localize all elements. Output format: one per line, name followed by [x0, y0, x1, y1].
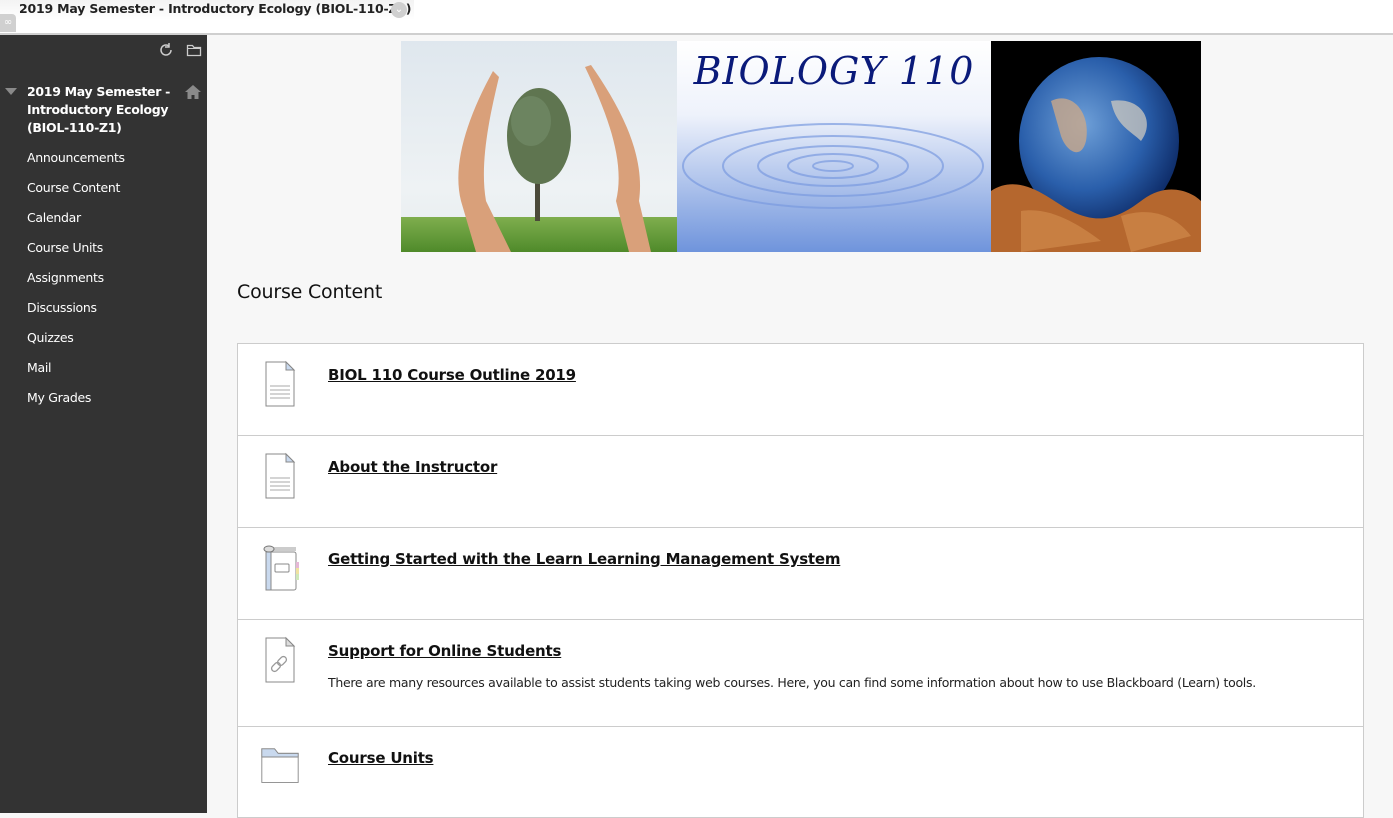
- content-item-description: There are many resources available to as…: [328, 675, 1256, 690]
- hands-around-tree-image: [401, 41, 677, 252]
- web-link-icon: [265, 636, 296, 683]
- home-icon[interactable]: [184, 83, 202, 101]
- sidebar-item-assignments[interactable]: Assignments: [27, 268, 125, 298]
- course-banner: BIOLOGY 110: [401, 41, 1201, 252]
- content-item-link[interactable]: Course Units: [328, 749, 434, 767]
- course-name[interactable]: 2019 May Semester - Introductory Ecology…: [27, 83, 177, 137]
- notebook-icon: [263, 545, 299, 591]
- sidebar-item-mail[interactable]: Mail: [27, 358, 125, 388]
- course-tab-title: 2019 May Semester - Introductory Ecology…: [19, 1, 412, 16]
- sidebar-item-discussions[interactable]: Discussions: [27, 298, 125, 328]
- content-item: About the Instructor: [238, 436, 1363, 528]
- refresh-icon[interactable]: [158, 42, 174, 58]
- content-item-link[interactable]: Support for Online Students: [328, 642, 561, 660]
- link-icon[interactable]: ∞: [0, 14, 16, 32]
- content-item: BIOL 110 Course Outline 2019: [238, 344, 1363, 436]
- document-icon: [265, 452, 296, 499]
- document-icon: [265, 360, 296, 407]
- content-item-link[interactable]: BIOL 110 Course Outline 2019: [328, 366, 576, 384]
- sidebar-item-course-units[interactable]: Course Units: [27, 238, 125, 268]
- content-item: Getting Started with the Learn Learning …: [238, 528, 1363, 620]
- collapse-arrow-icon[interactable]: [5, 88, 17, 95]
- sidebar-item-calendar[interactable]: Calendar: [27, 208, 125, 238]
- banner-title: BIOLOGY 110: [693, 49, 975, 93]
- course-title-bar: 2019 May Semester - Introductory Ecology…: [0, 0, 1393, 35]
- content-item: Course Units: [238, 727, 1363, 817]
- folder-icon: [261, 748, 299, 783]
- content-item-link[interactable]: About the Instructor: [328, 458, 497, 476]
- page-title: Course Content: [237, 281, 383, 303]
- content-item: Support for Online Students There are ma…: [238, 620, 1363, 727]
- course-menu-list: Announcements Course Content Calendar Co…: [27, 148, 125, 418]
- content-list: BIOL 110 Course Outline 2019 About the I…: [237, 343, 1364, 818]
- earth-in-hands-image: [991, 41, 1201, 252]
- content-item-link[interactable]: Getting Started with the Learn Learning …: [328, 550, 840, 568]
- content-area: BIOLOGY 110 Course Content BIOL 110 Cour…: [207, 35, 1393, 818]
- folder-view-icon[interactable]: [186, 42, 202, 58]
- sidebar-item-quizzes[interactable]: Quizzes: [27, 328, 125, 358]
- sidebar-item-course-content[interactable]: Course Content: [27, 178, 125, 208]
- sidebar-item-announcements[interactable]: Announcements: [27, 148, 125, 178]
- sidebar-item-my-grades[interactable]: My Grades: [27, 388, 125, 418]
- course-menu: 2019 May Semester - Introductory Ecology…: [0, 35, 207, 813]
- chevron-down-icon[interactable]: ⌄: [391, 2, 407, 18]
